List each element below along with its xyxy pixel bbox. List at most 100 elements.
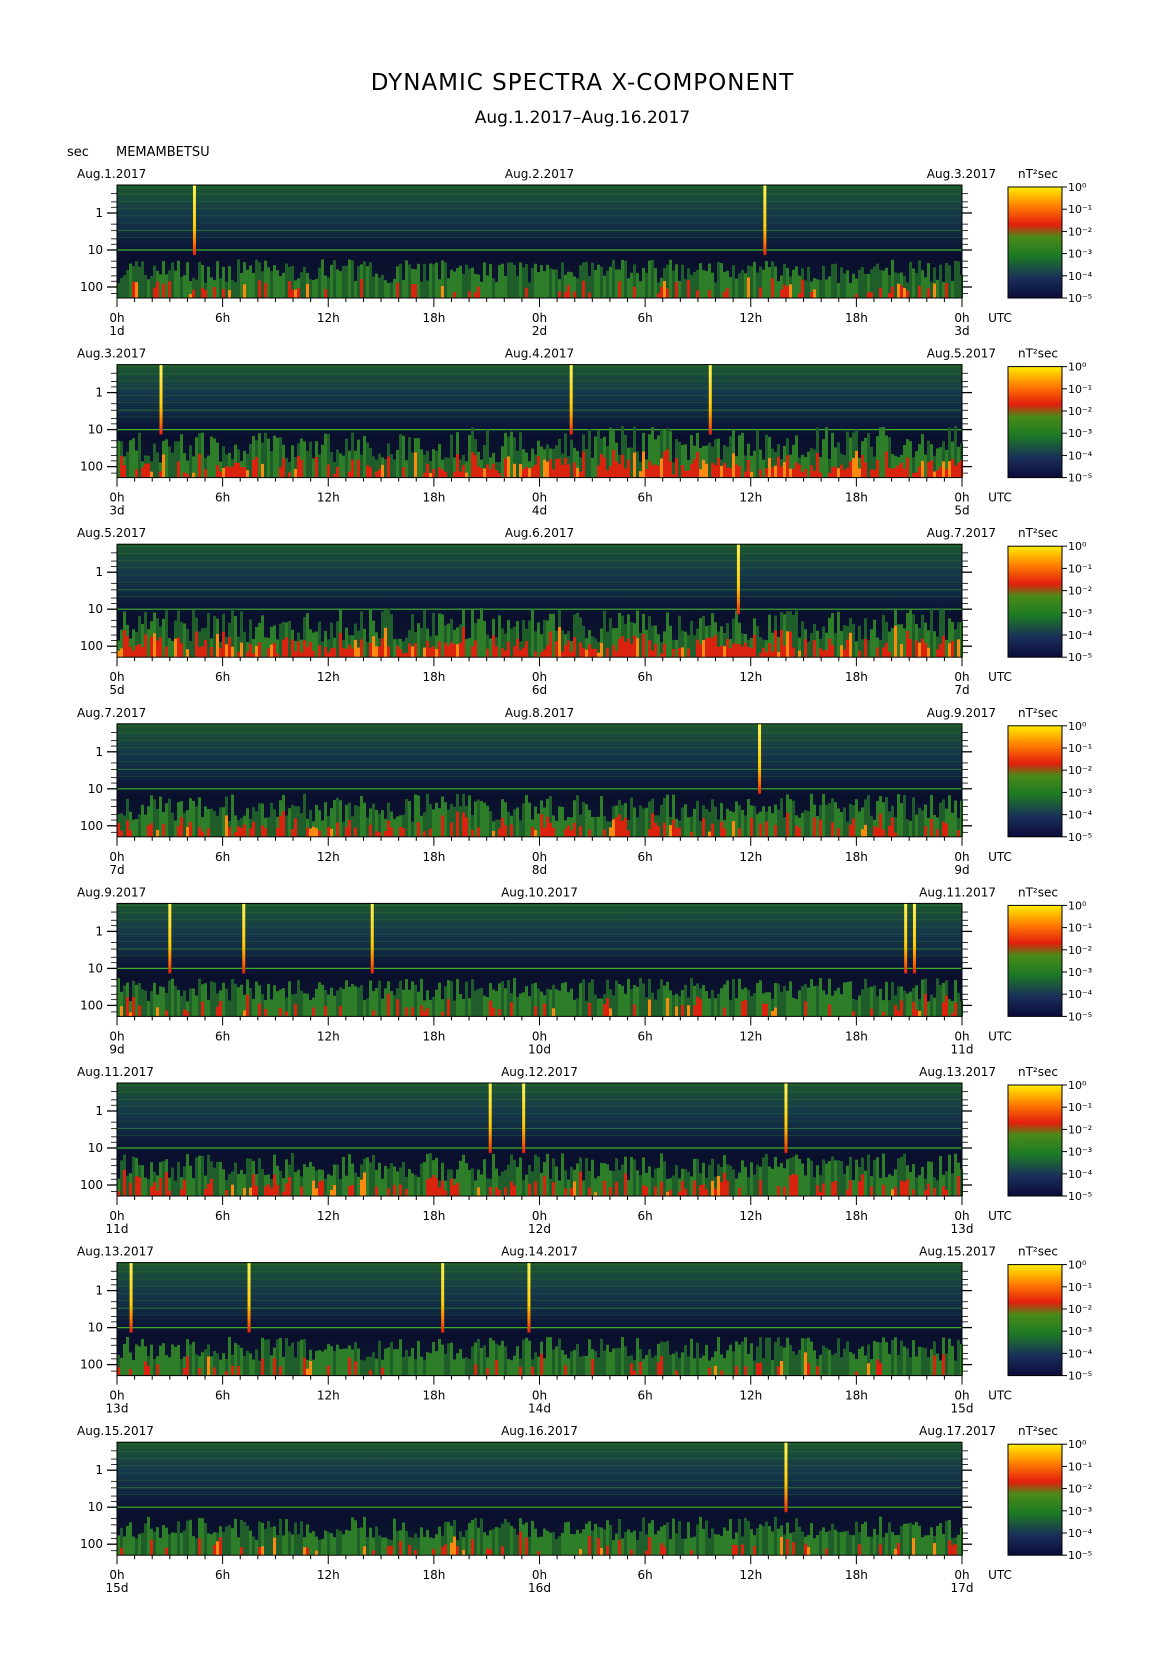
x-tick-label: 6h [215, 1568, 230, 1582]
y-tick-label: 1 [95, 745, 103, 759]
event-spike-3 [370, 903, 374, 974]
x-tick-label: 6h [638, 1029, 653, 1043]
x-tick-label: 0h [109, 491, 124, 505]
date-label-left: Aug.1.2017 [77, 167, 146, 181]
event-spike-5 [912, 903, 916, 974]
colorbar-unit-label: nT²sec [1018, 1065, 1058, 1079]
colorbar-tick-label: 10⁻⁵ [1068, 1370, 1092, 1383]
date-label-mid: Aug.16.2017 [501, 1424, 578, 1438]
x-tick-label: 6h [638, 1389, 653, 1403]
event-spike-3 [784, 1083, 788, 1154]
x-tick-label: 18h [845, 1029, 868, 1043]
colorbar-tick-label: 10⁻² [1068, 405, 1092, 418]
colorbar-tick-label: 10⁻² [1068, 225, 1092, 238]
colorbar-tick-label: 10⁰ [1068, 181, 1087, 194]
colorbar-tick-label: 10⁻⁴ [1068, 1168, 1093, 1181]
x-tick-label: 6h [215, 1209, 230, 1223]
colorbar [1007, 1443, 1063, 1556]
x-tick-label: 0h [954, 1389, 969, 1403]
y-tick-label: 10 [88, 1321, 103, 1335]
colorbar-tick-label: 10⁰ [1068, 899, 1087, 912]
x-tick-label: 12h [317, 311, 340, 325]
x-axis-unit: UTC [988, 1029, 1012, 1043]
x-tick-label: 6h [215, 1029, 230, 1043]
x-tick-label: 12h [739, 1568, 762, 1582]
colorbar-tick-label: 10⁻² [1068, 944, 1092, 957]
day-label-right: 7d [954, 683, 969, 697]
x-tick-label: 0h [109, 1568, 124, 1582]
day-label-right: 11d [951, 1042, 974, 1056]
event-spike-2 [763, 185, 767, 256]
date-label-left: Aug.11.2017 [77, 1065, 154, 1079]
event-spike-4 [527, 1262, 531, 1333]
x-tick-label: 12h [317, 1568, 340, 1582]
date-label-mid: Aug.2.2017 [505, 167, 574, 181]
colorbar-tick-label: 10⁻⁵ [1068, 292, 1092, 305]
day-label-mid: 2d [532, 324, 547, 338]
x-tick-label: 12h [317, 491, 340, 505]
y-tick-label: 1 [95, 206, 103, 220]
y-tick-label: 10 [88, 423, 103, 437]
event-spike-1 [159, 364, 163, 435]
x-tick-label: 12h [739, 850, 762, 864]
colorbar-tick-label: 10⁻⁵ [1068, 1010, 1092, 1023]
day-label-right: 17d [951, 1581, 974, 1595]
date-label-right: Aug.5.2017 [927, 347, 996, 361]
x-tick-label: 12h [739, 1389, 762, 1403]
x-tick-label: 0h [532, 491, 547, 505]
y-tick-label: 100 [80, 460, 103, 474]
event-spike-1 [488, 1083, 492, 1154]
event-spike-4 [904, 903, 908, 974]
x-axis-unit: UTC [988, 1568, 1012, 1582]
colorbar-unit-label: nT²sec [1018, 1424, 1058, 1438]
x-tick-label: 12h [739, 311, 762, 325]
y-tick-label: 100 [80, 280, 103, 294]
x-tick-label: 6h [215, 850, 230, 864]
x-tick-label: 18h [845, 311, 868, 325]
day-label-mid: 14d [528, 1402, 551, 1416]
x-tick-label: 12h [317, 1029, 340, 1043]
colorbar [1007, 1084, 1063, 1197]
date-label-right: Aug.15.2017 [919, 1245, 996, 1259]
x-tick-label: 18h [422, 491, 445, 505]
colorbar-tick-label: 10⁻⁵ [1068, 472, 1092, 485]
y-tick-label: 100 [80, 1178, 103, 1192]
y-tick-label: 100 [80, 998, 103, 1012]
y-tick-label: 1 [95, 386, 103, 400]
x-tick-label: 0h [954, 670, 969, 684]
day-label-right: 13d [951, 1222, 974, 1236]
x-tick-label: 0h [532, 1029, 547, 1043]
colorbar-tick-label: 10⁻⁵ [1068, 831, 1092, 844]
x-tick-label: 0h [954, 491, 969, 505]
event-spike-3 [441, 1262, 445, 1333]
day-label-right: 3d [954, 324, 969, 338]
x-tick-label: 18h [422, 1568, 445, 1582]
y-tick-label: 10 [88, 602, 103, 616]
x-tick-label: 6h [638, 491, 653, 505]
y-tick-label: 1 [95, 565, 103, 579]
date-label-right: Aug.17.2017 [919, 1424, 996, 1438]
colorbar-tick-label: 10⁻³ [1068, 786, 1092, 799]
colorbar-unit-label: nT²sec [1018, 1245, 1058, 1259]
date-label-right: Aug.7.2017 [927, 526, 996, 540]
x-tick-label: 18h [422, 850, 445, 864]
y-tick-label: 10 [88, 243, 103, 257]
colorbar-tick-label: 10⁻⁴ [1068, 449, 1093, 462]
event-spike-2 [242, 903, 246, 974]
date-label-mid: Aug.6.2017 [505, 526, 574, 540]
colorbar-tick-label: 10⁻⁴ [1068, 270, 1093, 283]
x-tick-label: 12h [317, 1209, 340, 1223]
colorbar-tick-label: 10⁻¹ [1068, 383, 1092, 396]
colorbar [1007, 186, 1063, 299]
x-tick-label: 0h [109, 670, 124, 684]
spectra-panel-6: Aug.11.2017 Aug.12.2017 Aug.13.2017 1 10 100 0… [77, 1065, 1093, 1236]
spectra-panel-8: Aug.15.2017 Aug.16.2017 Aug.17.2017 1 10 100 0… [77, 1424, 1093, 1595]
x-axis-unit: UTC [988, 491, 1012, 505]
day-label-left: 9d [109, 1042, 124, 1056]
colorbar-tick-label: 10⁻³ [1068, 248, 1092, 261]
event-spike-1 [784, 1442, 788, 1513]
day-label-left: 11d [106, 1222, 129, 1236]
y-tick-label: 1 [95, 1104, 103, 1118]
x-tick-label: 12h [739, 1029, 762, 1043]
day-label-left: 13d [106, 1402, 129, 1416]
